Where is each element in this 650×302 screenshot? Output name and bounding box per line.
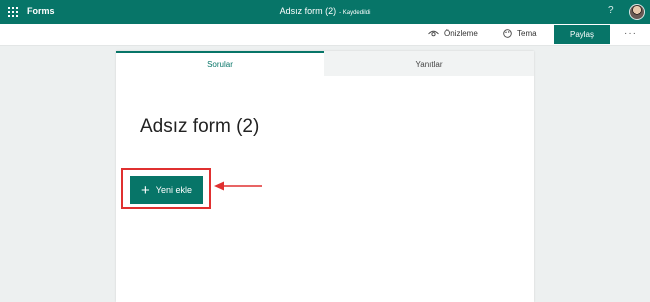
tab-responses[interactable]: Yanıtlar — [324, 51, 534, 76]
add-new-label: Yeni ekle — [155, 185, 192, 195]
share-button[interactable]: Paylaş — [554, 25, 610, 44]
command-bar: Önizleme Tema Paylaş ··· — [0, 24, 650, 46]
eye-icon — [428, 30, 439, 36]
avatar[interactable] — [629, 4, 645, 20]
preview-button[interactable]: Önizleme — [428, 29, 478, 38]
save-status: - Kaydedildi — [339, 10, 371, 16]
preview-label: Önizleme — [444, 29, 478, 38]
document-title-text[interactable]: Adsız form (2) — [280, 6, 337, 16]
add-new-button[interactable]: + Yeni ekle — [130, 176, 203, 204]
tab-questions[interactable]: Sorular — [116, 51, 324, 76]
theme-label: Tema — [517, 29, 537, 38]
help-icon[interactable]: ? — [608, 5, 614, 16]
palette-icon — [503, 29, 512, 38]
top-bar: Forms Adsız form (2) - Kaydedildi ? — [0, 0, 650, 24]
document-title: Adsız form (2) - Kaydedildi — [0, 6, 650, 16]
more-options-icon[interactable]: ··· — [624, 28, 637, 39]
form-title[interactable]: Adsız form (2) — [140, 116, 259, 138]
theme-button[interactable]: Tema — [503, 29, 537, 38]
plus-icon: + — [141, 181, 150, 199]
annotation-arrow-icon — [214, 181, 262, 191]
